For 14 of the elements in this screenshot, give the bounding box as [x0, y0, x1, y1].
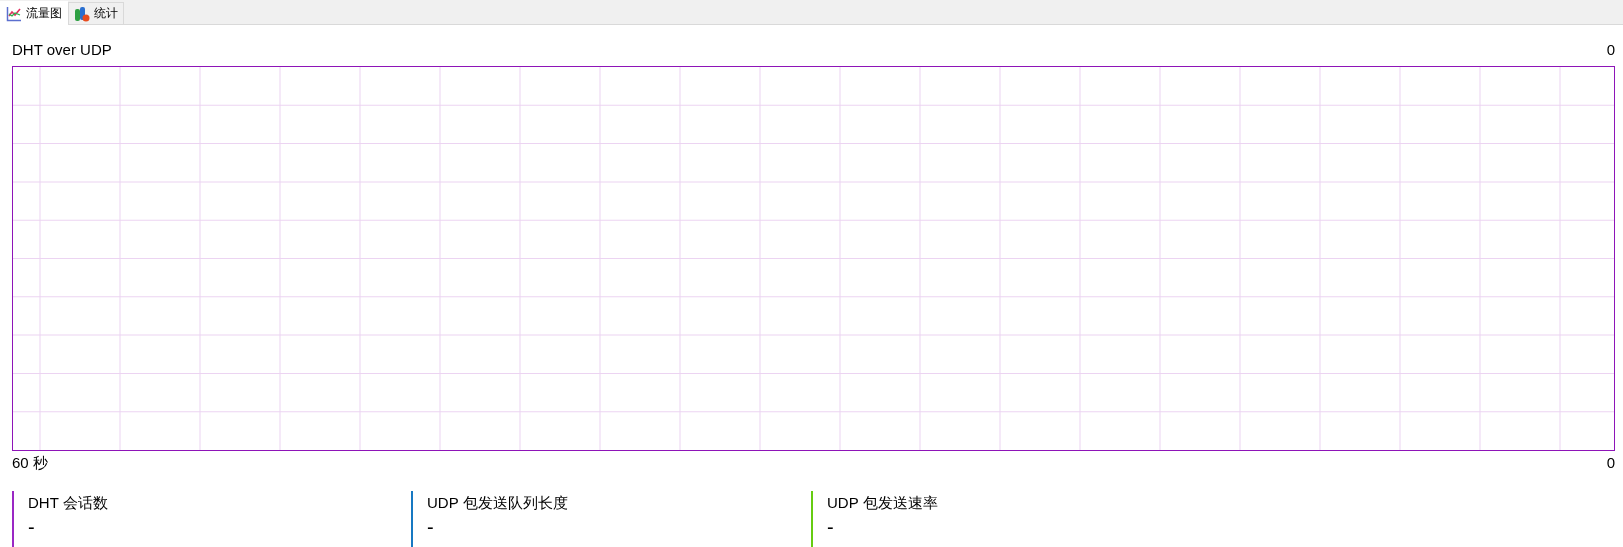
legend-value: -: [28, 515, 36, 539]
cylinders-icon: [74, 5, 90, 22]
time-span-label: 60 秒: [12, 454, 48, 473]
axis-min-label: 0: [1606, 454, 1615, 473]
legend-value: -: [827, 515, 835, 539]
line-chart-icon: [6, 5, 22, 22]
legend-value: -: [427, 515, 435, 539]
graph-title: DHT over UDP: [12, 41, 112, 58]
legend-name: UDP 包发送速率: [827, 494, 939, 513]
tab[interactable]: 流量图: [0, 1, 68, 25]
axis-max-label: 0: [1606, 41, 1615, 58]
legend-name: UDP 包发送队列长度: [427, 494, 569, 513]
tab[interactable]: 统计: [68, 2, 124, 24]
legend-name: DHT 会话数: [28, 494, 109, 513]
